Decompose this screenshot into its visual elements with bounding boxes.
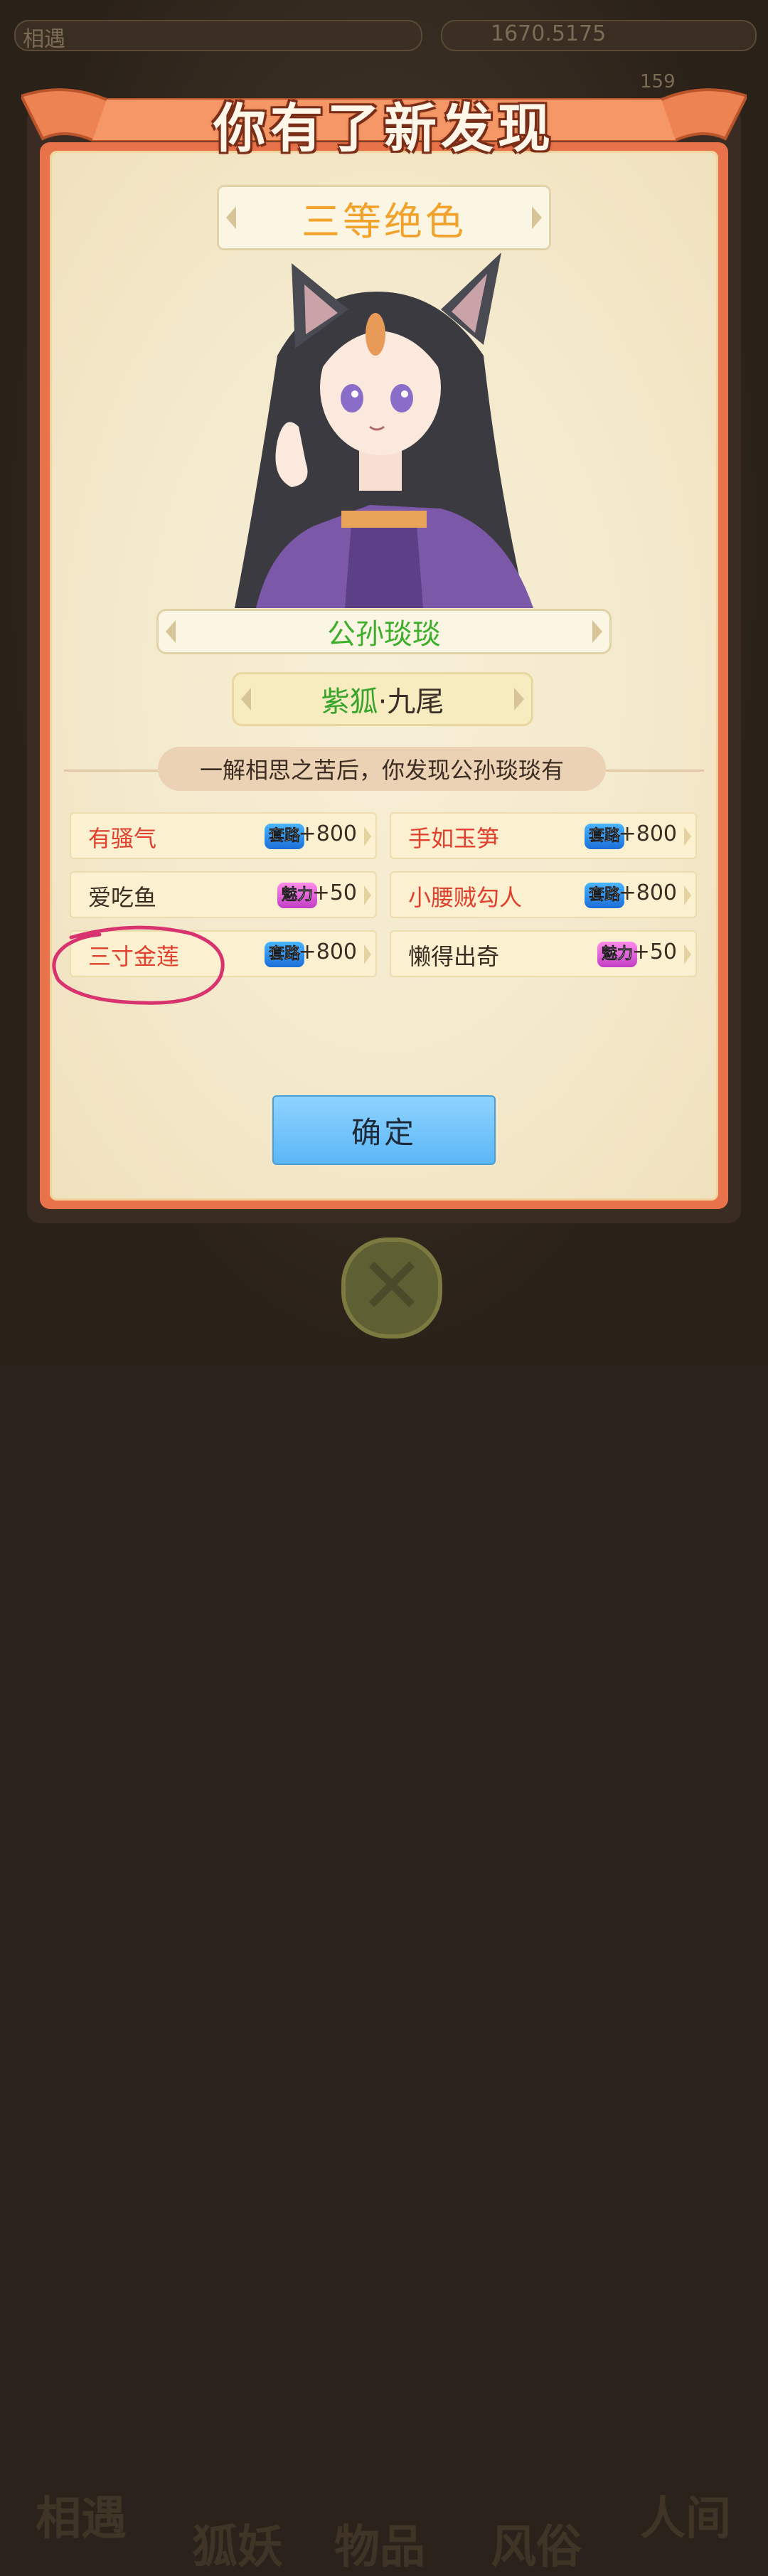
trait-name: 懒得出奇 xyxy=(408,943,500,970)
description-text: 一解相思之苦后，你发现公孙琰琰有 xyxy=(199,757,564,784)
trait-arrow-icon xyxy=(684,885,691,905)
trait-arrow-icon xyxy=(364,885,371,905)
top-left-pill xyxy=(14,20,422,51)
trait-arrow-icon xyxy=(684,944,691,964)
trait-name: 爱吃鱼 xyxy=(88,884,157,911)
species-sub: ·九尾 xyxy=(378,686,444,718)
species-main: 紫狐 xyxy=(321,686,378,718)
trait-value: +50 xyxy=(311,880,357,905)
confirm-button[interactable]: 确定 xyxy=(272,1095,496,1165)
rank-text: 三等绝色 xyxy=(302,198,466,244)
desc-line-right xyxy=(597,770,704,772)
trait-value: +800 xyxy=(298,940,357,964)
trait-name: 小腰贼勾人 xyxy=(408,884,523,911)
nav-item-4[interactable]: 风俗 xyxy=(491,2511,582,2576)
nav-item-5[interactable]: 人间 xyxy=(640,2482,731,2548)
trait-name: 手如玉笋 xyxy=(408,825,500,852)
trait-card: 手如玉笋 套路 +800 xyxy=(390,812,697,859)
desc-line-left xyxy=(64,770,171,772)
nav-item-1[interactable]: 相遇 xyxy=(36,2482,127,2548)
species-plaque: 紫狐 ·九尾 xyxy=(232,672,533,726)
rank-plaque: 三等绝色 xyxy=(217,185,551,250)
trait-value: +50 xyxy=(631,940,677,964)
trait-card: 小腰贼勾人 套路 +800 xyxy=(390,871,697,918)
nav-item-2[interactable]: 狐妖 xyxy=(192,2511,283,2576)
character-name-plaque: 公孙琰琰 xyxy=(156,609,612,654)
character-name: 公孙琰琰 xyxy=(327,618,441,651)
description-bar: 一解相思之苦后，你发现公孙琰琰有 xyxy=(64,747,704,794)
currency-text: 1670.5175 xyxy=(491,21,607,46)
trait-badge: 魅力 xyxy=(597,942,637,967)
annotation-circle xyxy=(52,925,225,1005)
trait-arrow-icon xyxy=(364,826,371,846)
dialog-title: 你有了新发现 xyxy=(213,98,555,159)
trait-name: 有骚气 xyxy=(88,825,157,852)
top-left-text: 相遇 xyxy=(23,27,65,52)
description-pill: 一解相思之苦后，你发现公孙琰琰有 xyxy=(158,747,606,791)
trait-card: 爱吃鱼 魅力 +50 xyxy=(70,871,377,918)
confirm-label: 确定 xyxy=(351,1114,417,1150)
close-icon[interactable]: ✕ xyxy=(341,1238,442,1338)
top-status-bar: 相遇 1670.5175 159 xyxy=(0,0,768,92)
trait-value: +800 xyxy=(298,821,357,846)
nav-item-3[interactable]: 物品 xyxy=(334,2511,425,2576)
trait-arrow-icon xyxy=(684,826,691,846)
trait-value: +800 xyxy=(618,821,677,846)
character-portrait xyxy=(228,249,540,608)
trait-arrow-icon xyxy=(364,944,371,964)
title-banner: 你有了新发现 xyxy=(21,75,747,164)
trait-value: +800 xyxy=(618,880,677,905)
trait-card: 懒得出奇 魅力 +50 xyxy=(390,930,697,977)
trait-badge: 魅力 xyxy=(277,883,317,908)
trait-card: 有骚气 套路 +800 xyxy=(70,812,377,859)
